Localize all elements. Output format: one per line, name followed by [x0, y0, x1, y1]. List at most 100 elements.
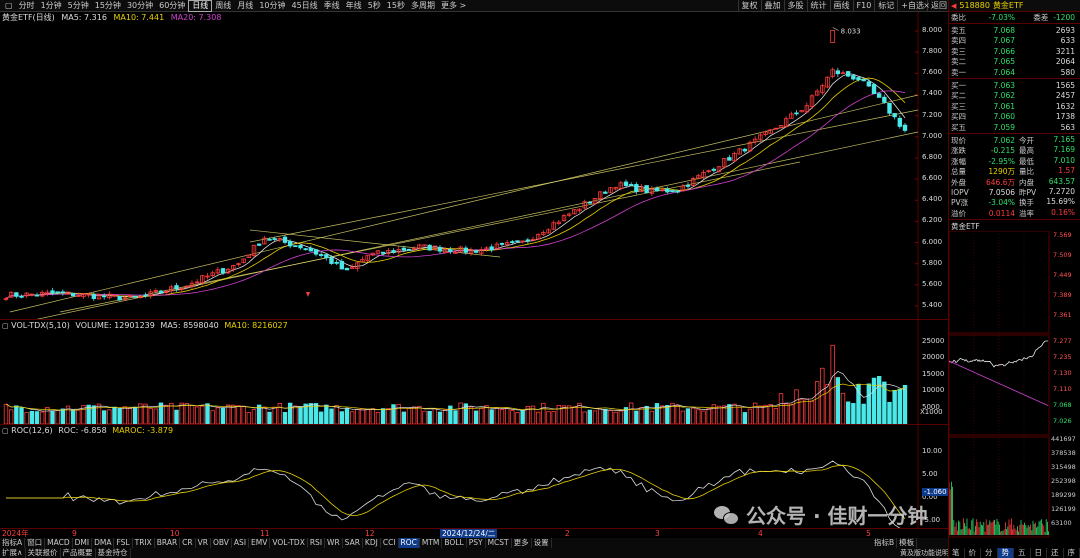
- tab-period-6[interactable]: 日线: [188, 0, 213, 12]
- volume-bar: [163, 404, 169, 425]
- mini-tick-top-4: 7.361: [1053, 311, 1072, 319]
- sell-volume: 633: [1060, 36, 1075, 46]
- indicator-tab-16[interactable]: SAR: [343, 538, 363, 548]
- tab-period-2[interactable]: 5分钟: [65, 0, 92, 12]
- tool-button-1[interactable]: 叠加: [760, 0, 784, 12]
- indicator-tab-13[interactable]: VOL-TDX: [270, 538, 308, 548]
- indicator-tab-23[interactable]: MCST: [486, 538, 512, 548]
- volume-bar: [861, 403, 866, 425]
- tab-template[interactable]: 模板: [897, 538, 918, 548]
- tab-period-1[interactable]: 1分钟: [38, 0, 65, 12]
- volume-bar: [437, 411, 443, 425]
- tool-button-3[interactable]: 统计: [806, 0, 830, 12]
- volume-bar: [29, 410, 35, 425]
- sell-price: 7.066: [993, 46, 1015, 56]
- volume-bar: [876, 376, 882, 425]
- indicator-tab-3[interactable]: DMI: [73, 538, 93, 548]
- quote-view-button-0[interactable]: 笔: [948, 548, 965, 558]
- volume-bar: [814, 381, 820, 425]
- quote-view-button-7[interactable]: 序: [1064, 548, 1080, 558]
- price-chart-svg[interactable]: 8.033: [0, 12, 948, 319]
- tab-period-13[interactable]: 5秒: [365, 0, 384, 12]
- stat-pair: 今开 7.165: [1015, 135, 1075, 146]
- indicator-tab-8[interactable]: CR: [180, 538, 196, 548]
- mini-vol-tick-5: 126199: [1051, 505, 1076, 513]
- collapse-icon[interactable]: ◀: [951, 2, 956, 10]
- tab-period-0[interactable]: 分时: [16, 0, 38, 12]
- indicator-tab-2[interactable]: MACD: [45, 538, 73, 548]
- stat-label-2: 溢率: [1019, 208, 1034, 218]
- quote-view-button-6[interactable]: 还: [1047, 548, 1064, 558]
- quote-view-button-4[interactable]: 五: [1014, 548, 1031, 558]
- tool-button-5[interactable]: F10: [852, 0, 875, 12]
- tool-button-0[interactable]: 复权: [737, 0, 761, 12]
- indicator-tab-20[interactable]: MTM: [420, 538, 443, 548]
- indicator-tab-22[interactable]: PSY: [467, 538, 486, 548]
- indicator-tab-6[interactable]: TRIX: [133, 538, 155, 548]
- tab-period-16[interactable]: 更多 >: [438, 0, 469, 12]
- candle-body: [845, 71, 851, 77]
- indicator-tab-1[interactable]: 窗口: [25, 538, 46, 548]
- feature-help-link[interactable]: 黄及版功能说明: [900, 548, 950, 558]
- indicator-tab-11[interactable]: ASI: [232, 538, 250, 548]
- tab-indicator-b[interactable]: 指标B: [872, 538, 898, 548]
- candle-body: [50, 290, 55, 294]
- quote-view-button-1[interactable]: 价: [965, 548, 981, 558]
- mini-intraday-chart[interactable]: 7.569 7.509 7.449 7.389 7.361 7.277 7.235 7.130…: [948, 230, 1080, 551]
- tool-button-6[interactable]: 标记: [874, 0, 897, 12]
- indicator-tab-25[interactable]: 设置: [532, 538, 552, 548]
- tab-period-3[interactable]: 15分钟: [92, 0, 124, 12]
- buy-label: 买五: [951, 122, 966, 132]
- sell-row-4: 卖一 7.064 580: [949, 67, 1080, 77]
- tab-period-15[interactable]: 多周期: [408, 0, 438, 12]
- tab-period-14[interactable]: 15秒: [384, 0, 408, 12]
- volume-bar: [680, 410, 686, 425]
- stat-label: 现价: [951, 136, 966, 145]
- bottom-tab-3[interactable]: 基金持仓: [96, 548, 131, 558]
- volume-chart-svg[interactable]: [0, 320, 948, 425]
- window-icon[interactable]: ▢: [2, 0, 16, 12]
- indicator-tab-15[interactable]: WR: [325, 538, 343, 548]
- bottom-tab-1[interactable]: 关联报价: [26, 548, 61, 558]
- price-tick-3: 7.400: [922, 89, 943, 98]
- volume-bar: [799, 399, 804, 425]
- weibi-label: 委比: [951, 12, 966, 22]
- tab-period-12[interactable]: 年线: [343, 0, 365, 12]
- indicator-tab-9[interactable]: VR: [196, 538, 211, 548]
- indicator-tab-14[interactable]: RSI: [308, 538, 326, 548]
- volume-bar: [236, 405, 241, 425]
- indicator-tab-17[interactable]: KDJ: [363, 538, 381, 548]
- tab-period-7[interactable]: 周线: [212, 0, 234, 12]
- mini-vol-tick-4: 189299: [1051, 491, 1076, 499]
- indicator-tab-10[interactable]: OBV: [211, 538, 232, 548]
- quote-view-button-2[interactable]: 分: [981, 548, 998, 558]
- tab-period-8[interactable]: 月线: [234, 0, 256, 12]
- tab-period-5[interactable]: 60分钟: [156, 0, 188, 12]
- close-icon[interactable]: ×: [923, 0, 930, 12]
- indicator-tab-12[interactable]: EMV: [249, 538, 271, 548]
- tool-button-2[interactable]: 多股: [783, 0, 807, 12]
- tool-button-4[interactable]: 画线: [829, 0, 853, 12]
- indicator-tab-0[interactable]: 指标A: [0, 538, 26, 548]
- quote-view-button-5[interactable]: 日: [1031, 548, 1047, 558]
- tool-button-8[interactable]: 返回: [927, 0, 950, 12]
- bottom-tab-0[interactable]: 扩展∧: [0, 548, 26, 558]
- indicator-tab-4[interactable]: DMA: [92, 538, 115, 548]
- indicator-tab-19[interactable]: ROC: [398, 538, 420, 548]
- candle-body: [437, 247, 443, 252]
- sell-label: 卖一: [951, 67, 966, 77]
- indicator-tab-18[interactable]: CCI: [381, 538, 399, 548]
- tab-period-9[interactable]: 10分钟: [256, 0, 288, 12]
- tab-period-11[interactable]: 季线: [321, 0, 343, 12]
- tab-period-4[interactable]: 30分钟: [124, 0, 156, 12]
- stat-label-2: 最高: [1019, 146, 1034, 156]
- indicator-tab-24[interactable]: 更多: [512, 538, 532, 548]
- candle-body: [525, 239, 531, 242]
- indicator-tab-21[interactable]: BOLL: [442, 538, 467, 548]
- indicator-tab-7[interactable]: BRAR: [155, 538, 181, 548]
- tab-period-10[interactable]: 45日线: [289, 0, 321, 12]
- bottom-tab-2[interactable]: 产品概要: [61, 548, 96, 558]
- stat-pair: 昨PV 7.2720: [1015, 187, 1075, 198]
- indicator-tab-5[interactable]: FSL: [114, 538, 133, 548]
- quote-view-button-3[interactable]: 势: [997, 548, 1014, 558]
